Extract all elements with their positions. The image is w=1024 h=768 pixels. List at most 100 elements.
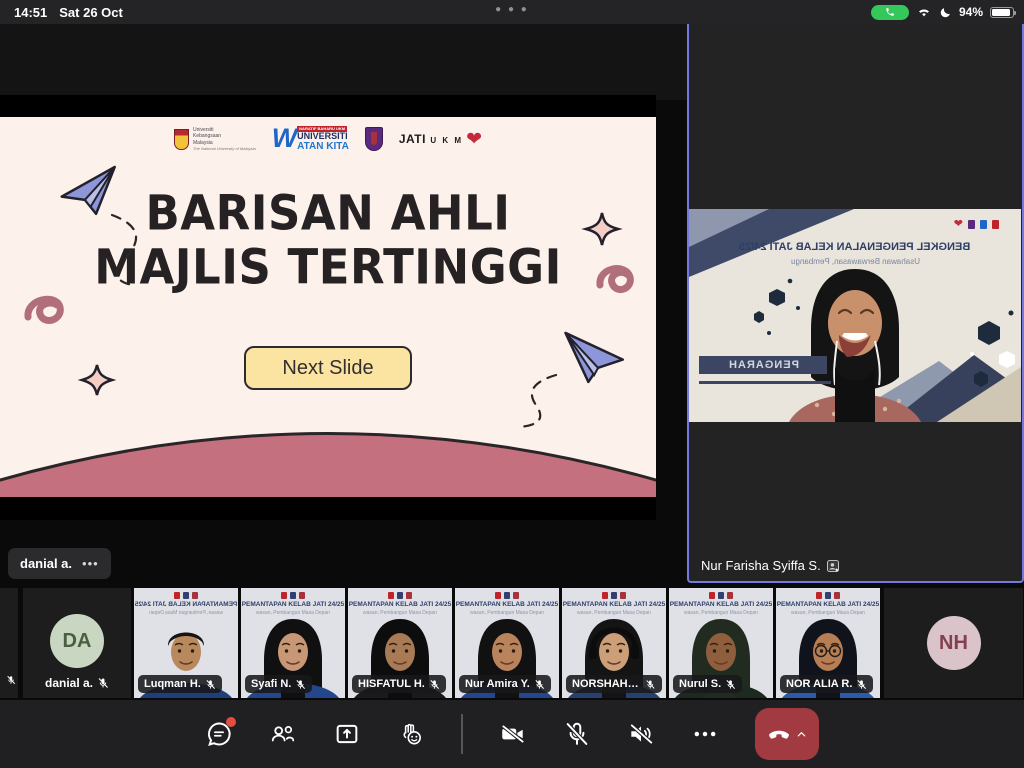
mic-off-icon [6,672,16,690]
heart-icon [388,592,394,599]
heart-icon: ❤ [466,130,482,149]
participant-tile[interactable]: NH [884,588,1023,698]
banner-title: PEMANTAPAN KELAB JATI 24/25 [776,601,880,608]
participant-tile[interactable]: PEMANTAPAN KELAB JATI 24/25 wasan, Pemba… [241,588,345,698]
shared-slide: Universiti Kebangsaan Malaysia The Natio… [0,117,656,497]
participant-tile[interactable]: PEMANTAPAN KELAB JATI 24/25 wasan, Pemba… [669,588,773,698]
call-toolbar [0,700,1024,768]
banner-title: BENGKEL PENGENALAN KELAB JATI 24/25 [689,241,1021,253]
more-icon[interactable]: ••• [82,556,99,571]
ribbon-curl-icon [28,299,60,320]
college-crest-logo [504,592,510,599]
ukm-logo: Universiti Kebangsaan Malaysia The Natio… [174,127,256,151]
multitask-dots-icon[interactable]: ● ● ● [495,4,529,15]
ukm-logo [834,592,840,599]
spotlight-video-tile[interactable]: ❤ BENGKEL PENGENALAN KELAB JATI 24/25 Us… [687,19,1024,583]
participant-name: danial a. [45,676,93,690]
participant-tile[interactable]: PEMANTAPAN KELAB JATI 24/25 wasan, Pemba… [455,588,559,698]
participant-name: NOR ALIA R. [786,678,852,690]
heart-icon [281,592,287,599]
participant-tile[interactable]: PEMANTAPAN KELAB JATI 24/25 wasan, Pemba… [776,588,880,698]
mic-off-icon [725,679,736,690]
end-call-icon [766,721,792,747]
participant-tile[interactable]: PEMANTAPAN KELAB JATI 24/25 wasan, Pemba… [562,588,666,698]
role-label: PENGARAH [699,356,827,374]
slide-decorations [0,117,656,497]
toolbar-divider [461,714,463,754]
reactions-button[interactable] [397,720,425,748]
mic-off-icon [295,679,306,690]
participant-name: HISFATUL H. [358,678,425,690]
mic-off-icon [563,720,591,748]
watan-kita-logo [980,220,987,229]
participant-tile-partial[interactable] [0,588,18,698]
banner-logo-row [562,592,666,599]
ukm-logo [192,592,198,599]
wifi-icon [916,6,932,18]
banner-title: PEMANTAPAN KELAB JATI 24/25 [348,601,452,608]
presenter-name-pill[interactable]: danial a. ••• [8,548,111,579]
spotlight-webcam: ❤ BENGKEL PENGENALAN KELAB JATI 24/25 Us… [689,209,1021,422]
avatar: NH [927,616,981,670]
banner-title: PEMANTAPAN KELAB JATI 24/25 [455,601,559,608]
participant-tile[interactable]: DA danial a. [23,588,131,698]
participant-name: NORSHAHA... [572,678,641,690]
slide-title: BARISAN AHLI MAJLIS TERTINGGI [0,186,656,295]
heart-icon [816,592,822,599]
participants-button[interactable] [269,720,297,748]
role-underline [699,381,831,384]
chevron-up-icon [796,729,807,740]
status-bar: 14:51 Sat 26 Oct ● ● ● 94% [0,0,1024,24]
share-screen-button[interactable] [333,720,361,748]
ukm-logo [513,592,519,599]
participant-name-pill: HISFATUL H. [352,675,446,693]
more-icon [691,720,719,748]
banner-logo-row [348,592,452,599]
mic-off-icon [534,679,545,690]
avatar: DA [50,614,104,668]
banner-title: PEMANTAPAN KELAB JATI 24/25 [241,601,345,608]
heart-icon [602,592,608,599]
banner-logo-row [776,592,880,599]
ukm-logo [992,220,999,229]
banner-logo-row [134,592,238,599]
banner-subtitle: Usahawan Berwawasan, Pembangu [689,257,1021,266]
participant-name: Syafi N. [251,678,291,690]
participant-tile[interactable]: PEMANTAPAN KELAB JATI 24/25 wasan, Pemba… [134,588,238,698]
watan-kita-logo: W NARATIF BAHARU UKM UNIVERSITI ATAN KIT… [272,126,349,152]
camera-toggle-button[interactable] [499,720,527,748]
heart-icon [495,592,501,599]
banner-logo-row [241,592,345,599]
chat-button[interactable] [205,720,233,748]
filmstrip: DA danial a. PEMANTAPAN KELAB JATI 24/25… [0,588,1024,698]
participant-name-pill: NORSHAHA... [566,675,662,693]
participant-tile[interactable]: PEMANTAPAN KELAB JATI 24/25 wasan, Pemba… [348,588,452,698]
more-options-button[interactable] [691,720,719,748]
ukm-logo [620,592,626,599]
active-call-pill-icon[interactable] [871,5,909,20]
mic-toggle-button[interactable] [563,720,591,748]
slide-logo-row: Universiti Kebangsaan Malaysia The Natio… [0,126,656,152]
heart-icon [174,592,180,599]
ukm-shield-icon [174,129,189,150]
end-call-button[interactable] [755,708,819,760]
participants-icon [269,720,297,748]
mic-off-icon [205,679,216,690]
date: Sat 26 Oct [59,5,123,20]
ukm-logo [299,592,305,599]
camera-off-icon [499,720,527,748]
participant-name-pill: Syafi N. [245,675,312,693]
banner-title: PEMANTAPAN KELAB JATI 24/25 [669,601,773,608]
participant-name: Nur Farisha Syiffa S. [701,558,821,573]
participant-name-row: danial a. [23,676,131,690]
next-slide-button: Next Slide [244,346,412,390]
participant-name-pill: NOR ALIA R. [780,675,873,693]
reactions-icon [397,720,425,748]
speaker-toggle-button[interactable] [627,720,655,748]
paper-plane-icon [555,333,625,389]
participant-name-pill: Nur Amira Y. [459,675,551,693]
mic-off-icon [429,679,440,690]
screen-share-region[interactable]: Universiti Kebangsaan Malaysia The Natio… [0,95,656,520]
participant-name-pill: Nurul S. [673,675,742,693]
clock: 14:51 [14,5,47,20]
